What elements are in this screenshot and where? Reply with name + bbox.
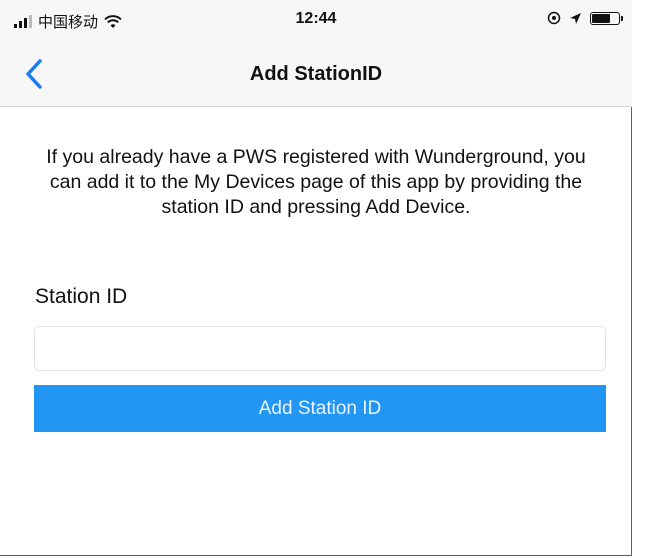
station-id-input[interactable] bbox=[34, 326, 606, 371]
location-lock-icon bbox=[547, 11, 561, 25]
add-station-id-button[interactable]: Add Station ID bbox=[34, 385, 606, 432]
status-time: 12:44 bbox=[295, 10, 337, 27]
status-right bbox=[547, 11, 623, 25]
station-id-label: Station ID bbox=[35, 285, 128, 308]
nav-bar: Add StationID bbox=[0, 42, 632, 107]
status-bar: 中国移动 12:44 bbox=[0, 0, 632, 42]
battery-icon bbox=[590, 11, 623, 25]
page-title: Add StationID bbox=[249, 63, 383, 85]
description-text: If you already have a PWS registered wit… bbox=[46, 146, 586, 218]
location-arrow-icon bbox=[570, 12, 581, 24]
app-frame: 中国移动 12:44 Add StationID If you already … bbox=[0, 0, 632, 556]
